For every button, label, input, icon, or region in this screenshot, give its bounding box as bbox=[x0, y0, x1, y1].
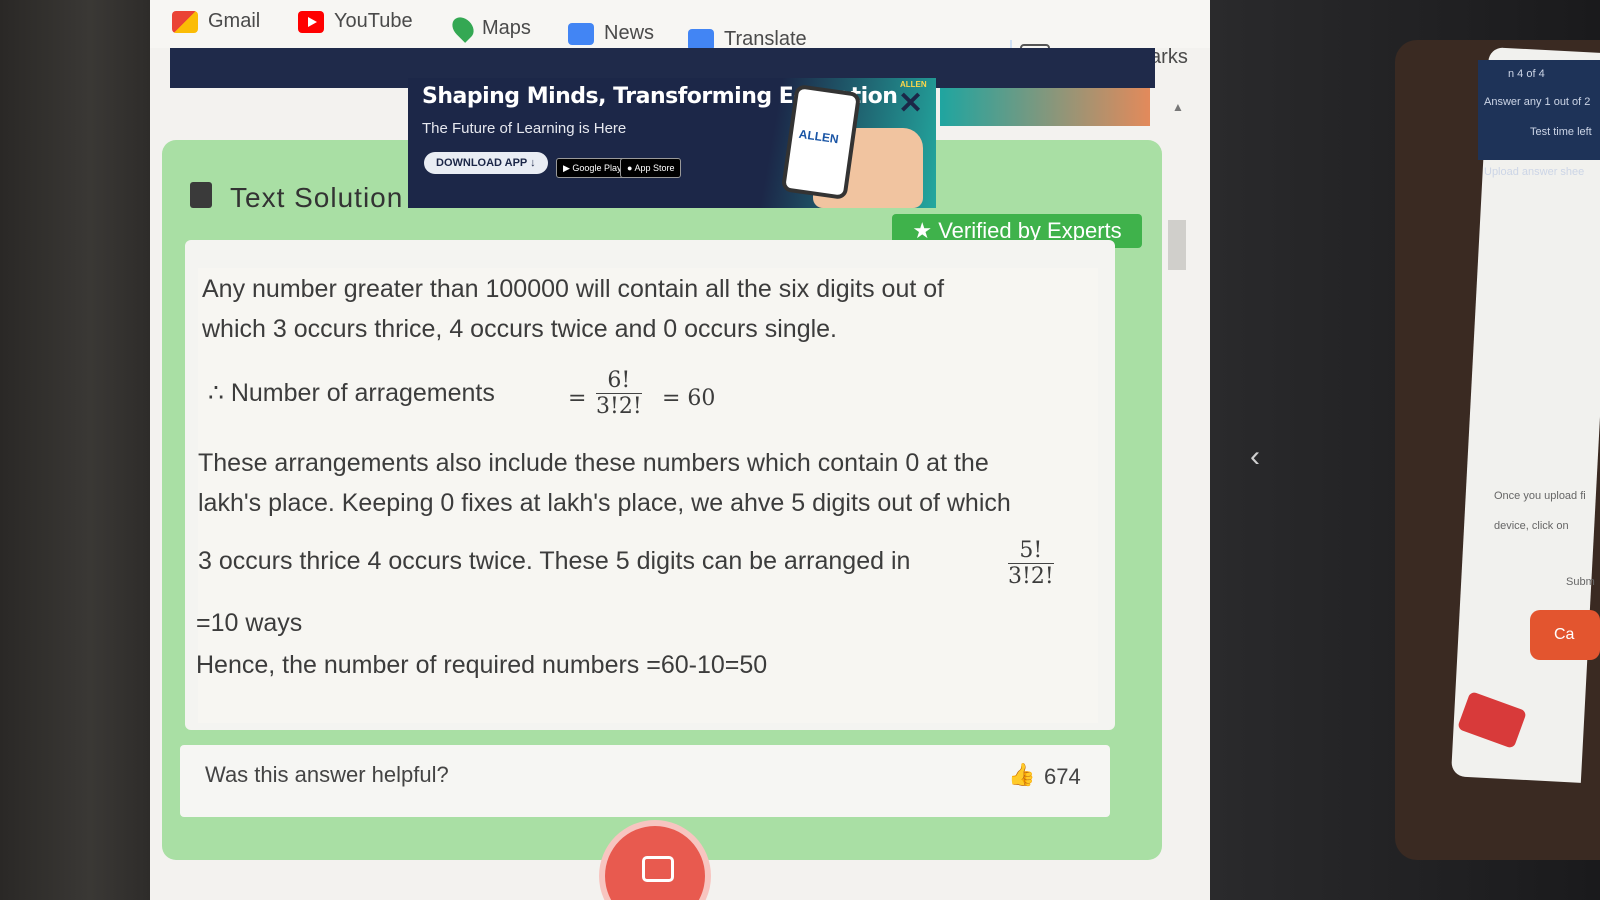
fraction-numerator: 5! bbox=[1008, 538, 1054, 564]
bookmark-label: YouTube bbox=[334, 10, 413, 32]
arrangements-label: ∴ Number of arragements bbox=[208, 379, 495, 407]
phone-brand: ALLEN bbox=[797, 126, 840, 147]
bookmark-news[interactable]: News bbox=[568, 22, 654, 45]
solution-text-line: lakh's place. Keeping 0 fixes at lakh's … bbox=[198, 489, 1011, 517]
news-icon bbox=[568, 22, 594, 45]
fraction-6-factorial: 6! 3!2! bbox=[596, 368, 642, 419]
document-icon bbox=[190, 182, 212, 208]
math-equals: = bbox=[568, 386, 587, 411]
bookmarks-bar: Gmail YouTube Maps News Translate All Bo… bbox=[150, 0, 1210, 70]
solution-conclusion: Hence, the number of required numbers =6… bbox=[196, 651, 768, 679]
tablet-text: Subm bbox=[1566, 576, 1595, 588]
download-label: DOWNLOAD APP bbox=[436, 157, 528, 169]
tablet-text: device, click on bbox=[1494, 520, 1569, 532]
bookmark-gmail[interactable]: Gmail bbox=[172, 10, 260, 33]
ad-subline: The Future of Learning is Here bbox=[422, 120, 627, 137]
browser-window: Gmail YouTube Maps News Translate All Bo… bbox=[150, 0, 1210, 900]
scroll-up-arrow[interactable]: ▲ bbox=[1172, 100, 1184, 114]
google-play-badge[interactable]: ▶ Google Play bbox=[556, 158, 629, 178]
solution-text-line: 3 occurs thrice 4 occurs twice. These 5 … bbox=[198, 547, 911, 575]
download-icon: ↓ bbox=[530, 157, 536, 169]
app-store-badge[interactable]: ● App Store bbox=[620, 158, 682, 178]
solution-text-line: These arrangements also include these nu… bbox=[198, 449, 989, 477]
camera-icon bbox=[642, 856, 674, 882]
tablet-text: n 4 of 4 bbox=[1508, 68, 1545, 80]
fraction-5-factorial: 5! 3!2! bbox=[1008, 538, 1054, 589]
maps-icon bbox=[448, 13, 478, 43]
bookmark-maps[interactable]: Maps bbox=[448, 13, 531, 43]
fraction-denominator: 3!2! bbox=[1008, 564, 1054, 589]
section-title: Text Solution bbox=[230, 182, 404, 213]
scrollbar-thumb[interactable] bbox=[1168, 220, 1186, 270]
feedback-question: Was this answer helpful? bbox=[205, 762, 449, 787]
solution-text-line: =10 ways bbox=[196, 609, 303, 637]
tablet-text: Test time left bbox=[1530, 126, 1592, 138]
tablet-camera-button[interactable]: Ca bbox=[1530, 610, 1600, 660]
monitor-bezel-left bbox=[0, 0, 150, 900]
chevron-left-icon[interactable]: ‹ bbox=[1250, 440, 1260, 474]
gmail-icon bbox=[172, 10, 198, 33]
bookmark-youtube[interactable]: YouTube bbox=[298, 10, 413, 33]
bookmark-label: News bbox=[604, 22, 655, 44]
fraction-denominator: 3!2! bbox=[596, 394, 642, 419]
youtube-icon bbox=[298, 10, 324, 33]
play-icon: ▶ bbox=[563, 163, 573, 173]
tablet-button-label: Ca bbox=[1554, 626, 1575, 643]
bookmark-label: Maps bbox=[482, 16, 531, 39]
download-app-button[interactable]: DOWNLOAD APP ↓ bbox=[424, 152, 548, 174]
thumbs-up-icon[interactable]: 👍 bbox=[1008, 762, 1035, 788]
google-play-label: Google Play bbox=[572, 163, 622, 173]
app-store-label: App Store bbox=[634, 163, 675, 173]
math-result: = 60 bbox=[662, 386, 716, 411]
solution-text-line: which 3 occurs thrice, 4 occurs twice an… bbox=[202, 315, 837, 343]
close-icon[interactable]: ✕ bbox=[898, 86, 923, 121]
tablet-text: Answer any 1 out of 2 bbox=[1484, 96, 1591, 108]
ad-banner[interactable]: Shaping Minds, Transforming Education Th… bbox=[408, 78, 936, 208]
bookmark-label: Gmail bbox=[208, 10, 261, 32]
fraction-numerator: 6! bbox=[596, 368, 642, 394]
tablet-text: Once you upload fi bbox=[1494, 490, 1586, 502]
tablet-text: Upload answer shee bbox=[1484, 166, 1585, 178]
ad-banner-strip-right bbox=[940, 88, 1150, 126]
likes-count: 674 bbox=[1044, 764, 1081, 789]
solution-text-line: Any number greater than 100000 will cont… bbox=[202, 275, 945, 303]
